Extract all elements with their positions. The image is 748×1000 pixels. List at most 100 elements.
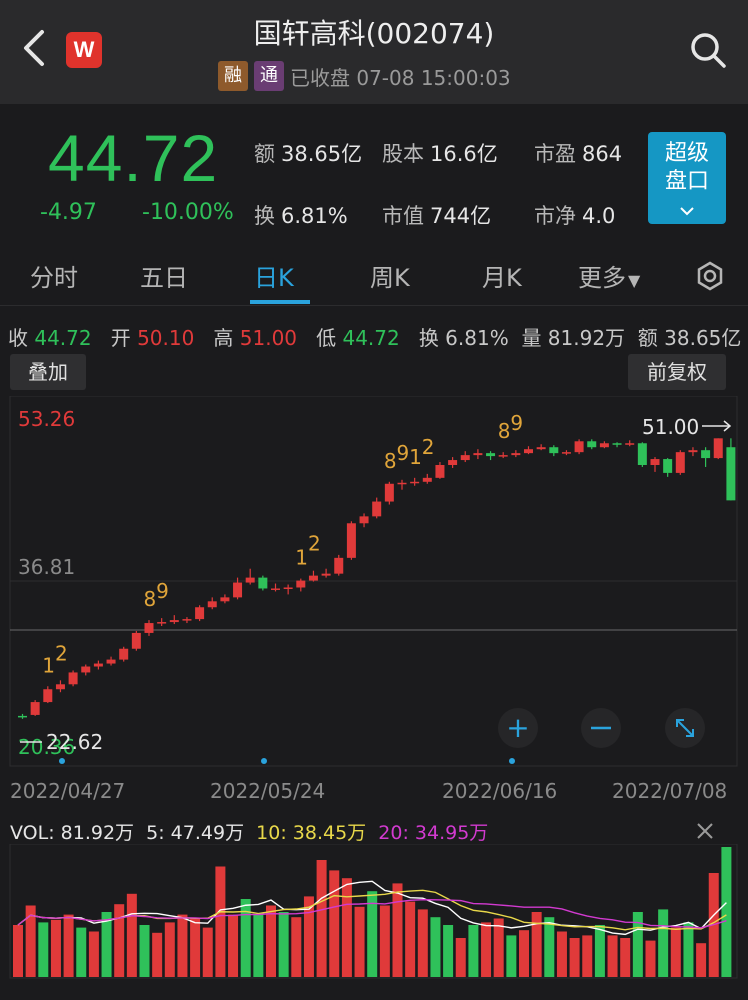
volume-bar xyxy=(405,901,416,977)
candle-body xyxy=(296,580,306,588)
volume-bar xyxy=(240,899,251,977)
volume-bar xyxy=(481,922,492,977)
volume-bar xyxy=(76,927,87,977)
candle-body xyxy=(157,622,167,624)
volume-bar xyxy=(620,938,631,977)
volume-bar xyxy=(114,904,125,977)
candle-body xyxy=(106,659,116,664)
close-icon[interactable] xyxy=(694,820,716,842)
x-label: 2022/06/16 xyxy=(442,779,557,803)
candle-body xyxy=(308,575,318,581)
event-dot[interactable] xyxy=(59,758,65,764)
settings-icon[interactable] xyxy=(694,260,726,292)
volume-bar xyxy=(696,943,707,977)
sequence-marker: 8 xyxy=(384,449,397,473)
candle-body xyxy=(435,464,445,478)
volume-bar xyxy=(443,925,454,977)
volume-bar xyxy=(354,906,365,977)
min-price-label: 22.62 xyxy=(46,730,103,754)
tab-more[interactable]: 更多 ▼ xyxy=(578,258,640,293)
candle-body xyxy=(182,619,192,621)
volume-bar xyxy=(38,922,49,977)
volume-bar xyxy=(228,914,239,977)
volume-bar xyxy=(670,927,681,977)
overlay-button[interactable]: 叠加 xyxy=(10,354,86,390)
amt-value: 38.65亿 xyxy=(664,326,742,350)
volume-bar xyxy=(164,922,175,977)
candle-body xyxy=(713,438,723,459)
search-icon[interactable] xyxy=(688,30,728,70)
top-bar: W 国轩高科(002074) 融 通 已收盘 07-08 15:00:03 xyxy=(0,0,748,104)
candle-body xyxy=(726,447,736,501)
tab-weekly-k[interactable]: 周K xyxy=(370,258,410,293)
volume-bar xyxy=(177,914,188,977)
event-dot[interactable] xyxy=(509,758,515,764)
candle-body xyxy=(637,443,647,465)
tab-five-day[interactable]: 五日 xyxy=(140,258,188,293)
candle-body xyxy=(688,450,698,453)
volume-chart[interactable] xyxy=(0,844,748,984)
volume-bar xyxy=(190,918,201,977)
x-label: 2022/04/27 xyxy=(10,779,125,803)
stock-title: 国轩高科(002074) xyxy=(253,17,495,50)
stat-shares: 股本 16.6亿 xyxy=(382,142,498,166)
price-change: -4.97 xyxy=(40,200,97,225)
stat-amount: 额 38.65亿 xyxy=(254,142,363,166)
tab-daily-k[interactable]: 日K xyxy=(254,258,294,293)
volume-bar xyxy=(556,931,567,977)
ma20-label: 20: 34.95万 xyxy=(378,822,489,844)
candle-body xyxy=(486,453,496,457)
sequence-marker: 2 xyxy=(55,641,68,665)
candle-body xyxy=(30,702,40,715)
volume-bar xyxy=(531,912,542,977)
candle-body xyxy=(625,443,635,445)
volume-bar xyxy=(139,925,150,977)
candlestick-chart[interactable]: 1 28 9128 9 1 28 9 53.26 36.81 20.36 51.00 22.… xyxy=(0,396,748,808)
tab-intraday[interactable]: 分时 xyxy=(30,258,78,293)
volume-bar xyxy=(594,925,605,977)
volume-bar xyxy=(202,927,213,977)
y-label-top: 53.26 xyxy=(18,407,75,431)
candle-body xyxy=(549,447,559,454)
market-status: 已收盘 07-08 15:00:03 xyxy=(290,65,511,90)
volume-bar xyxy=(215,866,226,977)
event-dot[interactable] xyxy=(261,758,267,764)
tab-monthly-k[interactable]: 月K xyxy=(482,258,522,293)
candle-body xyxy=(511,453,521,456)
volume-bar xyxy=(50,919,61,977)
x-label: 2022/05/24 xyxy=(210,779,325,803)
volume-bar xyxy=(417,909,428,977)
candle-body xyxy=(587,441,597,448)
volume-bar xyxy=(569,938,580,977)
candle-body xyxy=(650,459,660,465)
stat-pe: 市盈 864 xyxy=(534,142,623,166)
candle-body xyxy=(169,620,179,623)
volume-bar xyxy=(519,930,529,977)
candle-body xyxy=(612,443,622,445)
volume-bar xyxy=(266,905,276,977)
volume-bar xyxy=(493,918,504,977)
volume-bar xyxy=(13,925,23,977)
candle-body xyxy=(574,441,584,453)
candle-body xyxy=(258,577,268,589)
candle-body xyxy=(372,501,382,517)
candle-body xyxy=(675,452,685,473)
sequence-marker: 1 xyxy=(42,653,55,677)
quote-panel: 44.72 -4.97 -10.00% 额 38.65亿 股本 16.6亿 市盈 86… xyxy=(0,104,748,244)
candle-body xyxy=(283,587,293,589)
candle-body xyxy=(81,666,91,673)
sequence-marker: 8 xyxy=(144,587,157,611)
candle-body xyxy=(43,689,53,703)
volume-legend: VOL: 81.92万 5: 47.49万 10: 38.45万 20: 34.… xyxy=(10,818,488,845)
candle-body xyxy=(144,623,154,633)
sequence-marker: 1 xyxy=(409,445,422,469)
volume-bar xyxy=(126,893,137,977)
candle-body xyxy=(701,450,711,459)
price-adjust-button[interactable]: 前复权 xyxy=(628,354,726,390)
high-value: 51.00 xyxy=(239,326,298,350)
volume-bar xyxy=(392,883,403,977)
candle-body xyxy=(131,632,141,649)
stat-pb: 市净 4.0 xyxy=(534,204,616,228)
candle-body xyxy=(334,557,344,574)
super-orderbook-button[interactable]: 超级 盘口 xyxy=(648,132,726,224)
